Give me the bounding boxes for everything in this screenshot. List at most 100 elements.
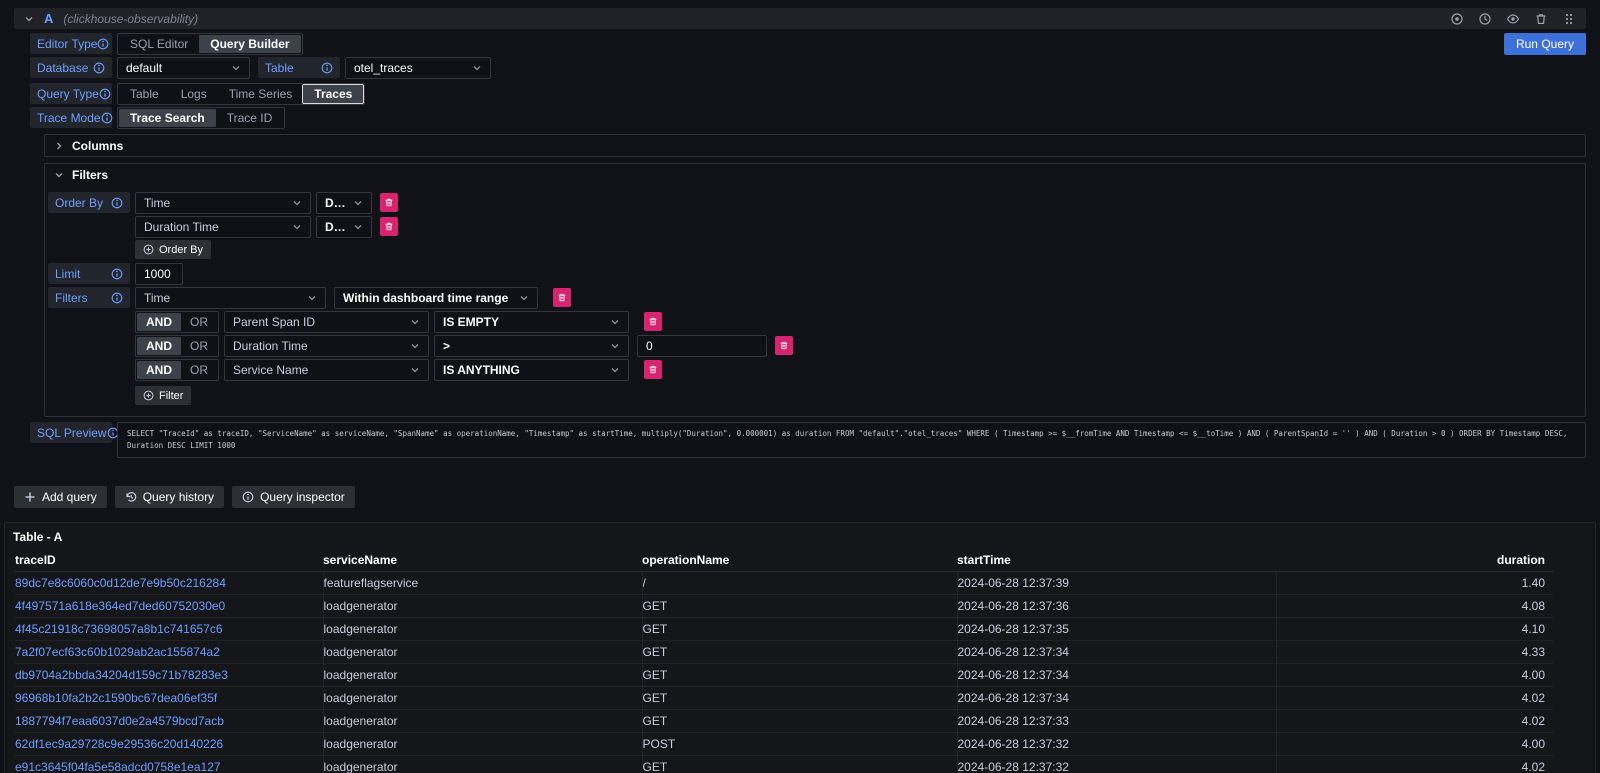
trace-link[interactable]: db9704a2bbda34204d159c71b78283e3 bbox=[15, 668, 228, 682]
info-circle-icon[interactable] bbox=[321, 62, 333, 74]
filter-operator-select[interactable]: IS EMPTY bbox=[434, 311, 629, 333]
info-circle-icon[interactable] bbox=[101, 112, 113, 124]
sql-preview-label: SQL Preview bbox=[37, 426, 107, 440]
cell-duration: 4.00 bbox=[1276, 732, 1553, 755]
trace-link[interactable]: 4f497571a618e364ed7ded60752030e0 bbox=[15, 599, 225, 613]
query-type-row: Query Type Table Logs Time Series Traces bbox=[30, 83, 1586, 104]
filter-operator-select[interactable]: IS ANYTHING bbox=[434, 359, 629, 381]
remove-filter-button[interactable] bbox=[553, 288, 571, 307]
trace-link[interactable]: 1887794f7eaa6037d0e2a4579bcd7acb bbox=[15, 714, 224, 728]
chevron-down-icon bbox=[353, 198, 363, 208]
filter-field-select[interactable]: Duration Time bbox=[224, 335, 429, 357]
plus-circle-icon bbox=[143, 390, 154, 401]
trace-link[interactable]: 62df1ec9a29728c9e29536c20d140226 bbox=[15, 737, 223, 751]
trace-link[interactable]: e91c3645f04fa5e58adcd0758e1ea127 bbox=[15, 760, 221, 773]
filter-field-select[interactable]: Service Name bbox=[224, 359, 429, 381]
database-select[interactable]: default bbox=[117, 57, 250, 79]
editor-type-query-builder[interactable]: Query Builder bbox=[199, 35, 300, 53]
filters-section: Filters Order By Time DESC bbox=[44, 163, 1586, 417]
info-circle-icon[interactable] bbox=[111, 197, 123, 209]
limit-row: Limit bbox=[48, 263, 1577, 284]
remove-order-by-button[interactable] bbox=[380, 193, 398, 212]
query-type-logs[interactable]: Logs bbox=[170, 85, 218, 103]
trace-mode-label-chip: Trace Mode bbox=[30, 107, 112, 128]
column-header-starttime[interactable]: startTime bbox=[957, 550, 1276, 571]
filter-operator-select[interactable]: Within dashboard time range bbox=[334, 287, 538, 309]
editor-type-sql-editor[interactable]: SQL Editor bbox=[119, 35, 199, 53]
bool-and[interactable]: AND bbox=[137, 361, 181, 379]
limit-input[interactable] bbox=[135, 263, 183, 285]
run-query-button[interactable]: Run Query bbox=[1504, 33, 1586, 55]
column-header-servicename[interactable]: serviceName bbox=[323, 550, 642, 571]
filters-section-header[interactable]: Filters bbox=[45, 164, 1585, 185]
bool-or[interactable]: OR bbox=[181, 313, 217, 331]
query-type-traces[interactable]: Traces bbox=[303, 85, 363, 103]
add-query-button[interactable]: Add query bbox=[14, 486, 107, 508]
query-history-button[interactable]: Query history bbox=[115, 486, 224, 508]
cell-servicename: loadgenerator bbox=[323, 663, 642, 686]
add-order-by-button[interactable]: Order By bbox=[135, 240, 211, 259]
info-circle-icon[interactable] bbox=[97, 38, 109, 50]
column-header-traceid[interactable]: traceID bbox=[15, 550, 323, 571]
trace-mode-row: Trace Mode Trace Search Trace ID bbox=[30, 107, 1586, 128]
filter-field-select[interactable]: Parent Span ID bbox=[224, 311, 429, 333]
bool-or[interactable]: OR bbox=[181, 361, 217, 379]
order-by-direction-select[interactable]: DESC bbox=[316, 216, 372, 238]
cell-starttime: 2024-06-28 12:37:32 bbox=[957, 755, 1276, 773]
history-icon[interactable] bbox=[1478, 12, 1492, 26]
trace-link[interactable]: 89dc7e8c6060c0d12de7e9b50c216284 bbox=[15, 576, 226, 590]
order-by-direction-select[interactable]: DESC bbox=[316, 192, 372, 214]
sql-preview-code: SELECT "TraceId" as traceID, "ServiceNam… bbox=[117, 422, 1586, 458]
table-row: 7a2f07ecf63c60b1029ab2ac155874a2 loadgen… bbox=[15, 640, 1553, 663]
query-row-header[interactable]: A (clickhouse-observability) bbox=[14, 8, 1586, 29]
history-icon bbox=[125, 491, 137, 503]
results-table: traceID serviceName operationName startT… bbox=[15, 550, 1553, 773]
info-circle-icon[interactable] bbox=[111, 292, 123, 304]
order-by-field-select[interactable]: Time bbox=[135, 192, 311, 214]
bool-or[interactable]: OR bbox=[181, 337, 217, 355]
query-type-table[interactable]: Table bbox=[119, 85, 170, 103]
bool-operator-group: AND OR bbox=[135, 311, 219, 333]
trash-icon[interactable] bbox=[1534, 12, 1548, 26]
remove-filter-button[interactable] bbox=[775, 336, 793, 355]
info-circle-icon bbox=[242, 491, 254, 503]
table-select[interactable]: otel_traces bbox=[345, 57, 491, 79]
query-type-time-series[interactable]: Time Series bbox=[218, 85, 304, 103]
bool-and[interactable]: AND bbox=[137, 337, 181, 355]
filter-operator-select[interactable]: > bbox=[434, 335, 629, 357]
column-header-operationname[interactable]: operationName bbox=[642, 550, 957, 571]
record-icon[interactable] bbox=[1450, 12, 1464, 26]
info-circle-icon[interactable] bbox=[111, 268, 123, 280]
query-inspector-button[interactable]: Query inspector bbox=[232, 486, 355, 508]
trace-mode-trace-search[interactable]: Trace Search bbox=[119, 109, 216, 127]
order-by-field-select[interactable]: Duration Time bbox=[135, 216, 311, 238]
trace-mode-trace-id[interactable]: Trace ID bbox=[216, 109, 284, 127]
database-label-chip: Database bbox=[30, 57, 112, 78]
add-filter-button[interactable]: Filter bbox=[135, 386, 191, 405]
remove-filter-button[interactable] bbox=[644, 312, 662, 331]
info-circle-icon[interactable] bbox=[93, 62, 105, 74]
filter-field-select[interactable]: Time bbox=[135, 287, 326, 309]
remove-filter-button[interactable] bbox=[644, 360, 662, 379]
trace-mode-group: Trace Search Trace ID bbox=[117, 107, 285, 129]
remove-order-by-button[interactable] bbox=[380, 217, 398, 236]
trace-link[interactable]: 7a2f07ecf63c60b1029ab2ac155874a2 bbox=[15, 645, 220, 659]
trace-link[interactable]: 96968b10fa2b2c1590bc67dea06ef35f bbox=[15, 691, 217, 705]
editor-type-group: SQL Editor Query Builder bbox=[117, 33, 303, 55]
datasource-name: (clickhouse-observability) bbox=[63, 12, 198, 26]
editor-type-label: Editor Type bbox=[37, 37, 97, 51]
trace-mode-label: Trace Mode bbox=[37, 111, 101, 125]
column-header-duration[interactable]: duration bbox=[1276, 550, 1553, 571]
cell-servicename: loadgenerator bbox=[323, 732, 642, 755]
filters-label-chip: Filters bbox=[48, 287, 130, 308]
cell-duration: 4.08 bbox=[1276, 594, 1553, 617]
bool-operator-group: AND OR bbox=[135, 335, 219, 357]
filter-value-input[interactable] bbox=[637, 335, 767, 357]
order-by-row-1: Order By Time DESC bbox=[48, 192, 1577, 213]
bool-and[interactable]: AND bbox=[137, 313, 181, 331]
eye-icon[interactable] bbox=[1506, 12, 1520, 26]
trace-link[interactable]: 4f45c21918c73698057a8b1c741657c6 bbox=[15, 622, 223, 636]
info-circle-icon[interactable] bbox=[99, 88, 111, 100]
columns-section-header[interactable]: Columns bbox=[45, 135, 1585, 156]
drag-handle-icon[interactable] bbox=[1562, 12, 1576, 26]
